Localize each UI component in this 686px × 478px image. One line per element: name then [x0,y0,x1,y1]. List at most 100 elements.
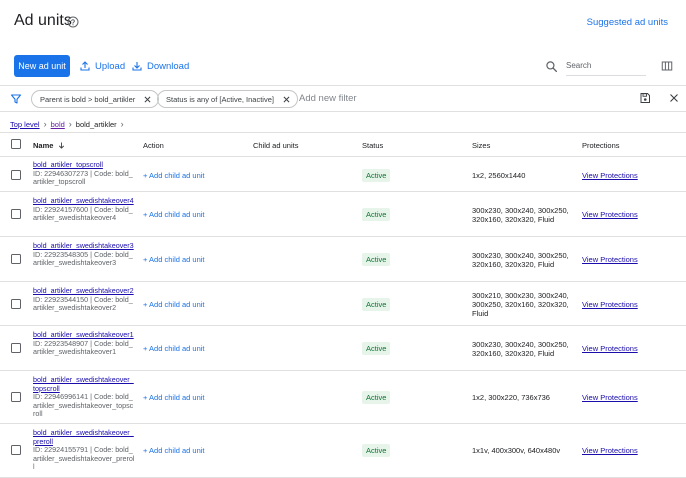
sizes-cell: 300x210, 300x230, 300x240, 300x250, 320x… [472,291,569,318]
row-checkbox[interactable] [11,209,21,219]
ad-unit-meta: ID: 22924157600 | Code: bold_artikler_sw… [33,204,133,223]
search-input[interactable] [566,56,646,76]
view-protections-link[interactable]: View Protections [582,255,638,264]
column-name[interactable]: Name [33,141,66,150]
chevron-right-icon: › [68,119,72,129]
search-icon [546,60,558,72]
breadcrumb-top-level[interactable]: Top level [10,120,40,129]
row-checkbox[interactable] [11,392,21,402]
status-badge: Active [362,391,391,404]
ad-unit-meta: ID: 22923548305 | Code: bold_artikler_sw… [33,249,133,268]
status-badge: Active [362,169,391,182]
filter-chip-parent-label: Parent is bold > bold_artikler [40,94,136,104]
table-row: bold_artikler_swedishtakeover2 ID: 22923… [0,282,686,326]
add-child-ad-unit-link[interactable]: + Add child ad unit [143,393,205,402]
filter-chip-status-label: Status is any of [Active, Inactive] [166,94,274,104]
clear-filters-icon[interactable] [668,92,680,104]
view-protections-link[interactable]: View Protections [582,393,638,402]
row-checkbox[interactable] [11,254,21,264]
status-badge: Active [362,444,391,457]
table-row: bold_artikler_swedishtakeover4 ID: 22924… [0,192,686,237]
column-sizes: Sizes [472,141,491,150]
sizes-cell: 300x230, 300x240, 300x250, 320x160, 320x… [472,251,569,269]
status-badge: Active [362,298,391,311]
upload-label: Upload [95,60,126,72]
page-title: Ad units [14,12,72,29]
view-protections-link[interactable]: View Protections [582,300,638,309]
sizes-cell: 1x2, 300x220, 736x736 [472,393,550,402]
name-cell: bold_artikler_swedishtakeover_preroll ID… [33,428,135,472]
download-icon [132,62,142,71]
table-row: bold_artikler_swedishtakeover1 ID: 22923… [0,326,686,371]
breadcrumb: Top level › bold › bold_artikler › [10,118,124,130]
ad-unit-name-link[interactable]: bold_artikler_swedishtakeover_preroll [33,428,135,446]
breadcrumb-bold[interactable]: bold [51,120,65,129]
view-protections-link[interactable]: View Protections [582,171,638,180]
download-button[interactable]: Download [131,55,189,77]
add-child-ad-unit-link[interactable]: + Add child ad unit [143,171,205,180]
add-child-ad-unit-link[interactable]: + Add child ad unit [143,210,205,219]
chevron-right-icon[interactable]: › [121,119,124,129]
add-child-ad-unit-link[interactable]: + Add child ad unit [143,344,205,353]
filter-chip-status[interactable]: Status is any of [Active, Inactive] [157,90,298,108]
name-cell: bold_artikler_topscroll ID: 22946307273 … [33,160,135,187]
status-badge: Active [362,208,391,221]
table-row: bold_artikler_swedishtakeover_topscroll … [0,371,686,424]
column-protections: Protections [582,141,620,150]
download-label: Download [147,60,190,72]
ad-unit-meta: ID: 22946307273 | Code: bold_artikler_to… [33,168,133,187]
add-child-ad-unit-link[interactable]: + Add child ad unit [143,446,205,455]
ad-unit-meta: ID: 22923548907 | Code: bold_artikler_sw… [33,338,133,357]
column-status: Status [362,141,384,150]
table-header: Name Action Child ad units Status Sizes … [0,132,686,157]
page-header: Ad units Suggested ad units [0,0,686,48]
row-checkbox[interactable] [11,299,21,309]
column-child-ad-units: Child ad units [253,141,299,150]
toolbar: New ad unit Upload Download [0,54,686,84]
add-child-ad-unit-link[interactable]: + Add child ad unit [143,300,205,309]
suggested-ad-units-link[interactable]: Suggested ad units [587,17,668,28]
name-cell: bold_artikler_swedishtakeover_topscroll … [33,375,135,419]
close-icon[interactable] [143,95,152,104]
view-protections-link[interactable]: View Protections [582,446,638,455]
name-cell: bold_artikler_swedishtakeover3 ID: 22923… [33,241,135,268]
arrow-down-icon [59,142,65,149]
table-row: bold_artikler_swedishtakeover_preroll ID… [0,424,686,478]
filter-bar: Parent is bold > bold_artikler Status is… [0,85,686,112]
upload-icon [80,61,90,71]
row-checkbox[interactable] [11,170,21,180]
row-checkbox[interactable] [11,343,21,353]
chevron-right-icon: › [43,119,47,129]
help-icon[interactable] [67,16,79,28]
row-checkbox[interactable] [11,445,21,455]
search-box [545,55,649,77]
column-action: Action [143,141,164,150]
status-badge: Active [362,253,391,266]
table-row: bold_artikler_swedishtakeover3 ID: 22923… [0,237,686,282]
upload-button[interactable]: Upload [79,55,125,77]
name-cell: bold_artikler_swedishtakeover4 ID: 22924… [33,196,135,223]
new-ad-unit-button[interactable]: New ad unit [14,55,70,77]
name-cell: bold_artikler_swedishtakeover1 ID: 22923… [33,330,135,357]
add-filter-input[interactable]: Add new filter [299,93,357,104]
name-cell: bold_artikler_swedishtakeover2 ID: 22923… [33,286,135,313]
table-row: bold_artikler_topscroll ID: 22946307273 … [0,157,686,192]
add-child-ad-unit-link[interactable]: + Add child ad unit [143,255,205,264]
sizes-cell: 300x230, 300x240, 300x250, 320x160, 320x… [472,340,569,358]
sizes-cell: 1x1v, 400x300v, 640x480v [472,446,561,455]
ad-unit-meta: ID: 22946996141 | Code: bold_artikler_sw… [33,392,134,419]
breadcrumb-current: bold_artikler [75,119,117,129]
ad-unit-name-link[interactable]: bold_artikler_swedishtakeover_topscroll [33,375,135,393]
view-protections-link[interactable]: View Protections [582,344,638,353]
view-protections-link[interactable]: View Protections [582,210,638,219]
sizes-cell: 1x2, 2560x1440 [472,171,526,180]
columns-icon[interactable] [661,60,673,72]
filter-icon[interactable] [10,93,22,105]
filter-chip-parent[interactable]: Parent is bold > bold_artikler [31,90,160,108]
sizes-cell: 300x230, 300x240, 300x250, 320x160, 320x… [472,206,569,224]
close-icon[interactable] [282,95,291,104]
save-icon[interactable] [639,92,651,104]
ad-unit-meta: ID: 22924155791 | Code: bold_artikler_sw… [33,445,135,472]
select-all-checkbox[interactable] [11,139,21,149]
ad-unit-meta: ID: 22923544150 | Code: bold_artikler_sw… [33,294,133,313]
